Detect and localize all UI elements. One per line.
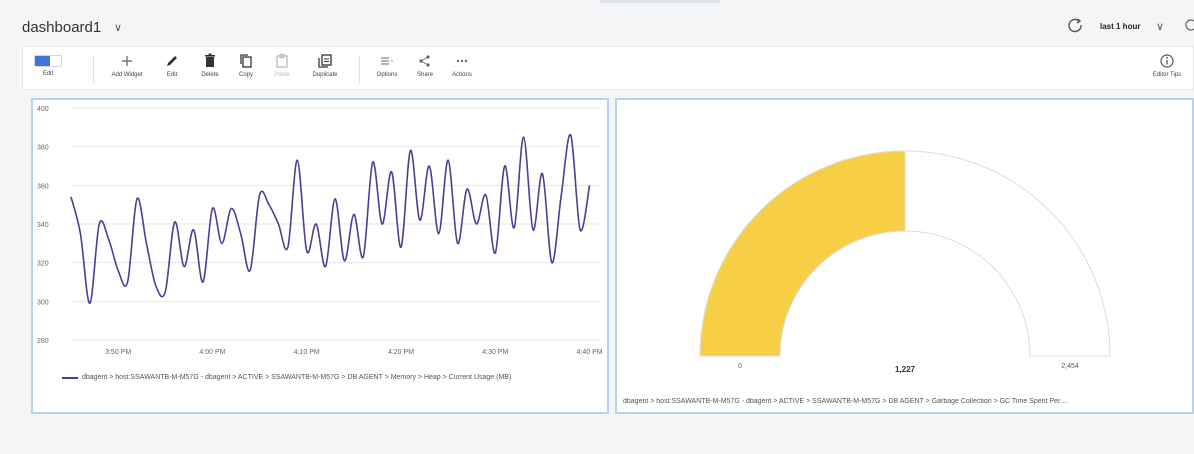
duplicate-label: Duplicate: [312, 72, 338, 78]
time-range-select[interactable]: last 1 hour: [1100, 22, 1140, 31]
x-tick-label: 4:00 PM: [199, 349, 225, 356]
dashboard-title[interactable]: dashboard1: [22, 19, 101, 36]
copy-label: Copy: [238, 72, 253, 78]
editor-tips-label: Editor Tips: [1152, 72, 1182, 78]
dashboard-header: dashboard1 ∨ last 1 hour ∨: [0, 8, 1194, 42]
actions-button[interactable]: Actions: [445, 47, 479, 91]
x-tick-label: 4:20 PM: [388, 349, 414, 356]
top-accent-bar: [600, 0, 720, 3]
legend-label: dbagent > host:SSAWANTB-M-M57G - dbagent…: [82, 374, 512, 381]
actions-label: Actions: [452, 72, 472, 78]
info-icon: [1160, 54, 1174, 68]
gc-time-gauge-chart: 0 2,454 1,227: [699, 150, 1111, 374]
duplicate-icon: [318, 54, 332, 68]
delete-button[interactable]: Delete: [195, 47, 225, 91]
options-icon: [381, 57, 393, 65]
gauge-value-label: 1,227: [895, 365, 916, 374]
share-label: Share: [416, 72, 433, 78]
delete-label: Delete: [201, 72, 219, 78]
toolbar-divider: [93, 55, 94, 83]
gauge-widget[interactable]: 0 2,454 1,227 dbagent > host:SSAWANTB-M-M5…: [615, 98, 1194, 414]
copy-icon: [240, 54, 252, 68]
add-widget-button[interactable]: Add Widget: [107, 47, 147, 91]
share-icon: [419, 55, 430, 67]
paste-button[interactable]: Paste: [267, 47, 297, 91]
options-button[interactable]: Options: [371, 47, 403, 91]
gauge-min-label: 0: [738, 363, 742, 370]
chevron-down-icon[interactable]: ∨: [114, 21, 122, 34]
line-chart-widget[interactable]: 280 300 320 340 360 380 400 3:50 PM 4:00 PM 4:10 …: [31, 98, 609, 414]
memory-heap-line-chart: 280 300 320 340 360 380 400 3:50 PM 4:00 PM 4:10 …: [37, 106, 603, 356]
duplicate-button[interactable]: Duplicate: [305, 47, 345, 91]
share-button[interactable]: Share: [411, 47, 439, 91]
x-tick-label: 4:10 PM: [294, 349, 320, 356]
y-tick-label: 320: [37, 261, 49, 268]
paste-label: Paste: [274, 72, 290, 78]
edit-mode-label: Edit: [42, 71, 54, 77]
y-tick-label: 360: [37, 183, 49, 190]
x-tick-label: 4:30 PM: [482, 349, 508, 356]
gauge-caption: dbagent > host:SSAWANTB-M-M57G - dbagent…: [623, 398, 1069, 405]
y-tick-label: 300: [37, 299, 49, 306]
edit-label: Edit: [166, 72, 178, 78]
x-tick-label: 4:40 PM: [577, 349, 603, 356]
y-tick-label: 380: [37, 145, 49, 152]
clipboard-icon: [276, 53, 288, 68]
more-horizontal-icon: [456, 59, 468, 63]
options-label: Options: [376, 72, 398, 78]
trash-icon: [205, 53, 215, 67]
pencil-icon: [167, 56, 177, 66]
editor-toolbar: Edit Add Widget Edit Delete Copy Paste D…: [22, 46, 1194, 90]
gauge-max-label: 2,454: [1061, 363, 1079, 370]
y-tick-label: 400: [37, 106, 49, 113]
edit-button[interactable]: Edit: [159, 47, 185, 91]
refresh-icon[interactable]: [1066, 16, 1084, 34]
toolbar-divider: [359, 55, 360, 83]
y-tick-label: 340: [37, 222, 49, 229]
settings-icon[interactable]: [1182, 18, 1194, 32]
legend-swatch: [62, 377, 78, 379]
plus-icon: [122, 56, 132, 66]
toggle-switch-icon[interactable]: [34, 55, 62, 67]
add-widget-label: Add Widget: [111, 72, 143, 78]
gauge-value-arc: [699, 150, 906, 357]
series-line: [70, 134, 591, 305]
editor-tips-button[interactable]: Editor Tips: [1147, 47, 1187, 91]
copy-button[interactable]: Copy: [231, 47, 261, 91]
edit-mode-toggle[interactable]: Edit: [31, 47, 65, 91]
y-tick-label: 280: [37, 338, 49, 345]
chevron-down-icon[interactable]: ∨: [1156, 20, 1164, 33]
x-tick-label: 3:50 PM: [105, 349, 131, 356]
